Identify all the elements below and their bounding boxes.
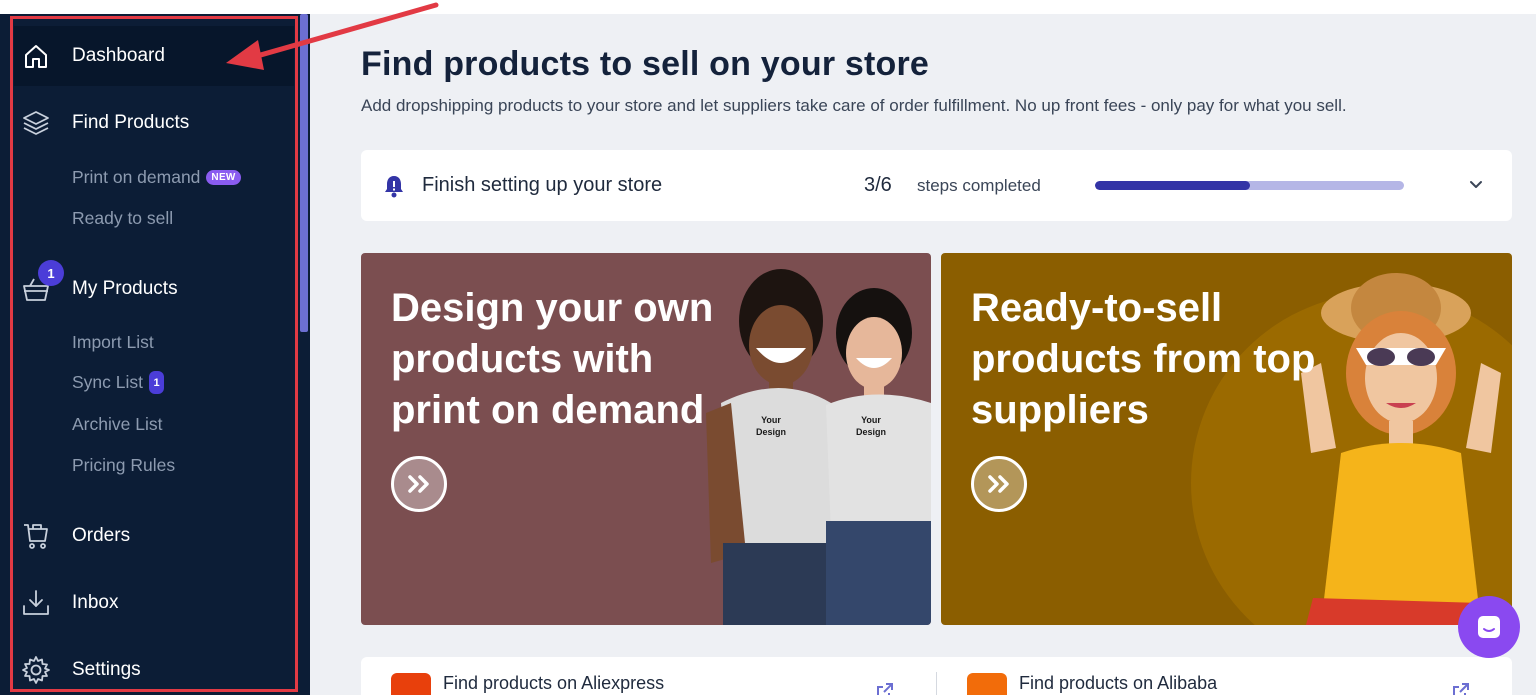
sidebar-item-find-products[interactable]: Find Products xyxy=(14,93,294,153)
sidebar-item-inbox[interactable]: Inbox xyxy=(14,573,294,633)
sidebar: Dashboard Find Products Print on demand … xyxy=(0,14,298,695)
sidebar-item-label: Orders xyxy=(72,525,131,546)
sidebar-subitem-sync-list[interactable]: Sync List 1 xyxy=(72,371,164,394)
chevron-down-icon[interactable] xyxy=(1466,174,1486,199)
external-link-icon[interactable] xyxy=(1451,681,1471,695)
top-strip xyxy=(0,0,1536,14)
layers-icon xyxy=(20,107,52,139)
sidebar-item-orders[interactable]: Orders xyxy=(14,506,294,566)
banner-headline: Design your own products with print on d… xyxy=(391,286,714,432)
page-title: Find products to sell on your store xyxy=(361,45,930,83)
sidebar-subitem-label: Archive List xyxy=(72,414,163,434)
sidebar-item-label: Dashboard xyxy=(72,45,165,66)
divider xyxy=(936,672,937,695)
sidebar-item-label: Inbox xyxy=(72,592,119,613)
shirt-text: Your xyxy=(861,415,881,425)
sidebar-subitem-import-list[interactable]: Import List xyxy=(72,332,154,353)
bell-icon xyxy=(381,173,407,204)
sidebar-item-label: Find Products xyxy=(72,112,190,133)
sync-count-badge: 1 xyxy=(149,371,164,394)
print-on-demand-banner[interactable]: Your Design Your Design Design your own … xyxy=(361,253,931,625)
double-chevron-right-icon xyxy=(408,475,429,493)
alibaba-logo-icon xyxy=(967,673,1007,695)
new-badge: NEW xyxy=(206,170,241,185)
sidebar-item-dashboard[interactable]: Dashboard xyxy=(14,26,294,86)
shirt-text: Your xyxy=(761,415,781,425)
aliexpress-logo-icon xyxy=(391,673,431,695)
home-icon xyxy=(20,40,52,72)
shirt-text: Design xyxy=(756,427,786,437)
banner-arrow-button[interactable] xyxy=(391,456,447,512)
sidebar-subitem-pricing-rules[interactable]: Pricing Rules xyxy=(72,455,175,476)
sidebar-item-label: My Products xyxy=(72,278,178,299)
external-link-icon[interactable] xyxy=(875,681,895,695)
marketplace-links: Find products on Aliexpress Find product… xyxy=(361,657,1512,695)
sidebar-subitem-ready-to-sell[interactable]: Ready to sell xyxy=(72,208,173,229)
my-products-count-badge: 1 xyxy=(38,260,64,286)
setup-progress-fill xyxy=(1095,181,1250,190)
chat-icon xyxy=(1478,616,1500,638)
sidebar-subitem-label: Ready to sell xyxy=(72,208,174,228)
setup-title: Finish setting up your store xyxy=(422,174,663,196)
main-content: Find products to sell on your store Add … xyxy=(310,14,1536,695)
sidebar-scroll-thumb[interactable] xyxy=(300,14,308,332)
gear-icon xyxy=(20,654,52,686)
shirt-text: Design xyxy=(856,427,886,437)
sidebar-subitem-label: Sync List xyxy=(72,372,143,392)
ready-to-sell-banner[interactable]: Ready-to-sell products from top supplier… xyxy=(941,253,1512,625)
banner-arrow-button[interactable] xyxy=(971,456,1027,512)
chat-launcher-button[interactable] xyxy=(1458,596,1520,658)
alibaba-link[interactable]: Find products on Alibaba xyxy=(1019,673,1217,694)
sidebar-subitem-label: Import List xyxy=(72,332,154,352)
sidebar-subitem-print-on-demand[interactable]: Print on demand NEW xyxy=(72,167,241,188)
sidebar-item-label: Settings xyxy=(72,659,141,680)
setup-steps-label: steps completed xyxy=(917,176,1041,195)
sidebar-subitem-label: Pricing Rules xyxy=(72,455,176,475)
setup-step-count: 3/6 xyxy=(864,174,892,196)
double-chevron-right-icon xyxy=(988,475,1009,493)
setup-progress-bar xyxy=(1095,181,1404,190)
cart-icon xyxy=(20,520,52,552)
aliexpress-link[interactable]: Find products on Aliexpress xyxy=(443,673,664,694)
sidebar-subitem-label: Print on demand xyxy=(72,167,201,187)
download-icon xyxy=(20,587,52,619)
page-subtitle: Add dropshipping products to your store … xyxy=(361,96,1347,115)
sidebar-item-settings[interactable]: Settings xyxy=(14,640,294,695)
banner-headline: Ready-to-sell products from top supplier… xyxy=(971,286,1316,432)
setup-progress-card[interactable]: Finish setting up your store 3/6 steps c… xyxy=(361,150,1512,221)
sidebar-subitem-archive-list[interactable]: Archive List xyxy=(72,414,162,435)
